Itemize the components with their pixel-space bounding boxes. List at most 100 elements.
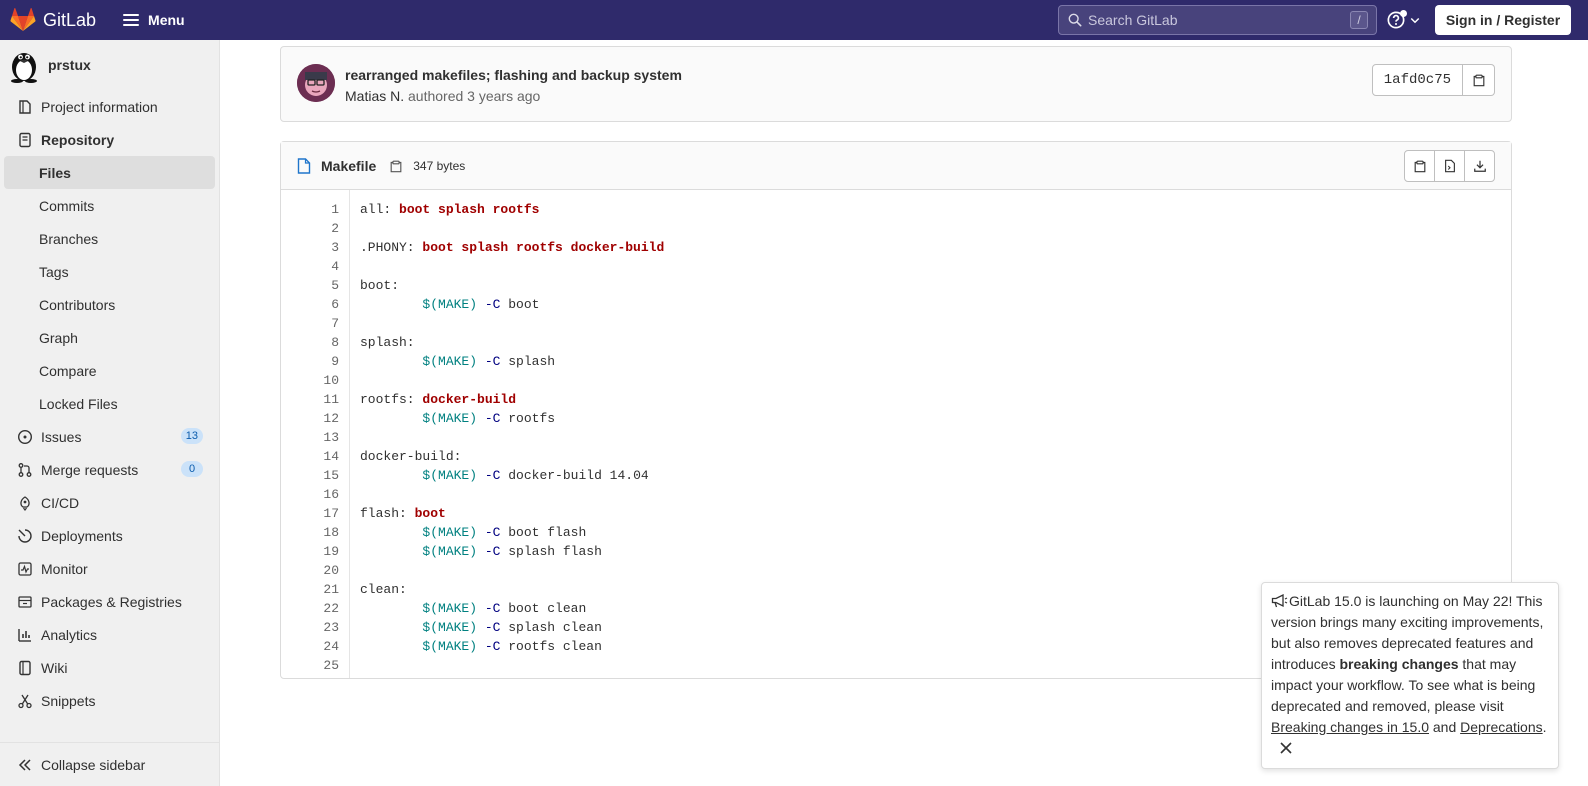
merge-request-icon	[18, 462, 32, 477]
line-number[interactable]: 22	[281, 599, 339, 618]
line-number[interactable]: 12	[281, 409, 339, 428]
sidebar-item-commits[interactable]: Commits	[0, 189, 219, 222]
menu-label: Menu	[148, 12, 185, 28]
copy-sha-button[interactable]	[1463, 64, 1495, 96]
commit-title-link[interactable]: rearranged makefiles; flashing and backu…	[345, 67, 682, 83]
sidebar-item-packages-registries[interactable]: Packages & Registries	[0, 585, 219, 618]
search-input[interactable]: Search GitLab /	[1058, 5, 1377, 35]
sidebar-item-branches[interactable]: Branches	[0, 222, 219, 255]
line-number[interactable]: 23	[281, 618, 339, 637]
sidebar-item-analytics[interactable]: Analytics	[0, 618, 219, 651]
sidebar-item-tags[interactable]: Tags	[0, 255, 219, 288]
code-line: ​	[360, 371, 664, 390]
project-header[interactable]: prstux	[0, 40, 219, 90]
breaking-changes-link[interactable]: Breaking changes in 15.0	[1271, 719, 1429, 735]
sidebar-item-label: Graph	[39, 329, 78, 346]
commit-sha-link[interactable]: 1afd0c75	[1371, 64, 1463, 96]
line-number[interactable]: 21	[281, 580, 339, 599]
line-number[interactable]: 4	[281, 257, 339, 276]
line-number[interactable]: 3	[281, 238, 339, 257]
line-number[interactable]: 9	[281, 352, 339, 371]
copy-icon	[1473, 74, 1484, 87]
package-icon	[18, 595, 32, 608]
commit-sha-group: 1afd0c75	[1371, 64, 1495, 96]
help-menu-button[interactable]	[1387, 10, 1421, 29]
sidebar-item-deployments[interactable]: Deployments	[0, 519, 219, 552]
code-line: boot:	[360, 278, 400, 293]
sidebar-item-issues[interactable]: Issues 13	[0, 420, 219, 453]
line-number[interactable]: 8	[281, 333, 339, 352]
commit-author-link[interactable]: Matias N.	[345, 88, 404, 104]
close-icon[interactable]	[1279, 741, 1293, 755]
line-number[interactable]: 18	[281, 523, 339, 542]
menu-button[interactable]: Menu	[123, 12, 185, 28]
sidebar-item-snippets[interactable]: Snippets	[0, 684, 219, 717]
sidebar-item-monitor[interactable]: Monitor	[0, 552, 219, 585]
file-size: 347 bytes	[413, 158, 466, 173]
sidebar-item-label: Tags	[39, 263, 69, 280]
author-avatar[interactable]	[297, 64, 335, 102]
code-line: rootfs: docker-build	[360, 392, 517, 407]
sidebar-item-compare[interactable]: Compare	[0, 354, 219, 387]
sidebar-item-graph[interactable]: Graph	[0, 321, 219, 354]
avatar-illustration-icon	[297, 64, 335, 102]
line-number[interactable]: 17	[281, 504, 339, 523]
code-line: .PHONY: boot splash rootfs docker-build	[360, 240, 665, 255]
sidebar-item-label: Branches	[39, 230, 99, 247]
file-icon	[297, 157, 311, 174]
copy-contents-button[interactable]	[1404, 150, 1435, 182]
code-line: ​	[360, 428, 664, 447]
sidebar-item-project-information[interactable]: Project information	[0, 90, 219, 123]
copy-file-path-icon[interactable]	[389, 159, 403, 173]
open-raw-button[interactable]	[1434, 150, 1465, 182]
line-number[interactable]: 2	[281, 219, 339, 238]
line-number[interactable]: 5	[281, 276, 339, 295]
line-number[interactable]: 10	[281, 371, 339, 390]
sidebar-item-files[interactable]: Files	[4, 156, 215, 189]
sidebar-item-label: Repository	[41, 131, 115, 148]
line-number[interactable]: 24	[281, 637, 339, 656]
line-number[interactable]: 1	[281, 200, 339, 219]
sidebar-item-contributors[interactable]: Contributors	[0, 288, 219, 321]
rocket-icon	[20, 495, 30, 511]
megaphone-icon	[1271, 594, 1288, 608]
gitlab-logo-link[interactable]: GitLab	[10, 8, 96, 32]
line-number[interactable]: 20	[281, 561, 339, 580]
file-name: Makefile	[321, 157, 377, 174]
code-line: $(MAKE) -C boot flash	[422, 525, 587, 540]
line-number[interactable]: 14	[281, 447, 339, 466]
line-number[interactable]: 6	[281, 295, 339, 314]
code-line: $(MAKE) -C docker-build 14.04	[422, 468, 649, 483]
sidebar-item-locked-files[interactable]: Locked Files	[0, 387, 219, 420]
code-line: ​	[360, 485, 664, 504]
code-line: all: boot splash rootfs	[360, 202, 540, 217]
sidebar-item-repository[interactable]: Repository	[0, 123, 219, 156]
sidebar-item-label: Packages & Registries	[41, 593, 182, 610]
sidebar-item-merge-requests[interactable]: Merge requests 0	[0, 453, 219, 486]
sidebar-item-ci-cd[interactable]: CI/CD	[0, 486, 219, 519]
sidebar-item-label: Issues	[41, 428, 82, 445]
collapse-sidebar-button[interactable]: Collapse sidebar	[0, 742, 220, 786]
sidebar-item-label: CI/CD	[41, 494, 80, 511]
broadcast-emphasis: breaking changes	[1339, 656, 1459, 672]
sign-in-register-button[interactable]: Sign in / Register	[1435, 5, 1571, 35]
line-number[interactable]: 7	[281, 314, 339, 333]
line-number[interactable]: 16	[281, 485, 339, 504]
issues-count-badge: 13	[180, 428, 203, 444]
download-button[interactable]	[1464, 150, 1495, 182]
line-number[interactable]: 15	[281, 466, 339, 485]
sidebar-item-wiki[interactable]: Wiki	[0, 651, 219, 684]
double-chevron-left-icon	[18, 758, 31, 771]
line-number[interactable]: 11	[281, 390, 339, 409]
broadcast-text: and	[1429, 719, 1461, 735]
chevron-down-icon	[1410, 17, 1420, 24]
hamburger-icon	[123, 14, 140, 26]
line-number[interactable]: 19	[281, 542, 339, 561]
deprecations-link[interactable]: Deprecations	[1460, 719, 1543, 735]
line-number[interactable]: 25	[281, 656, 339, 675]
tux-avatar-icon	[11, 53, 37, 83]
gitlab-logo-icon	[10, 8, 36, 31]
book-icon	[19, 660, 31, 675]
issues-icon	[17, 429, 33, 444]
line-number[interactable]: 13	[281, 428, 339, 447]
